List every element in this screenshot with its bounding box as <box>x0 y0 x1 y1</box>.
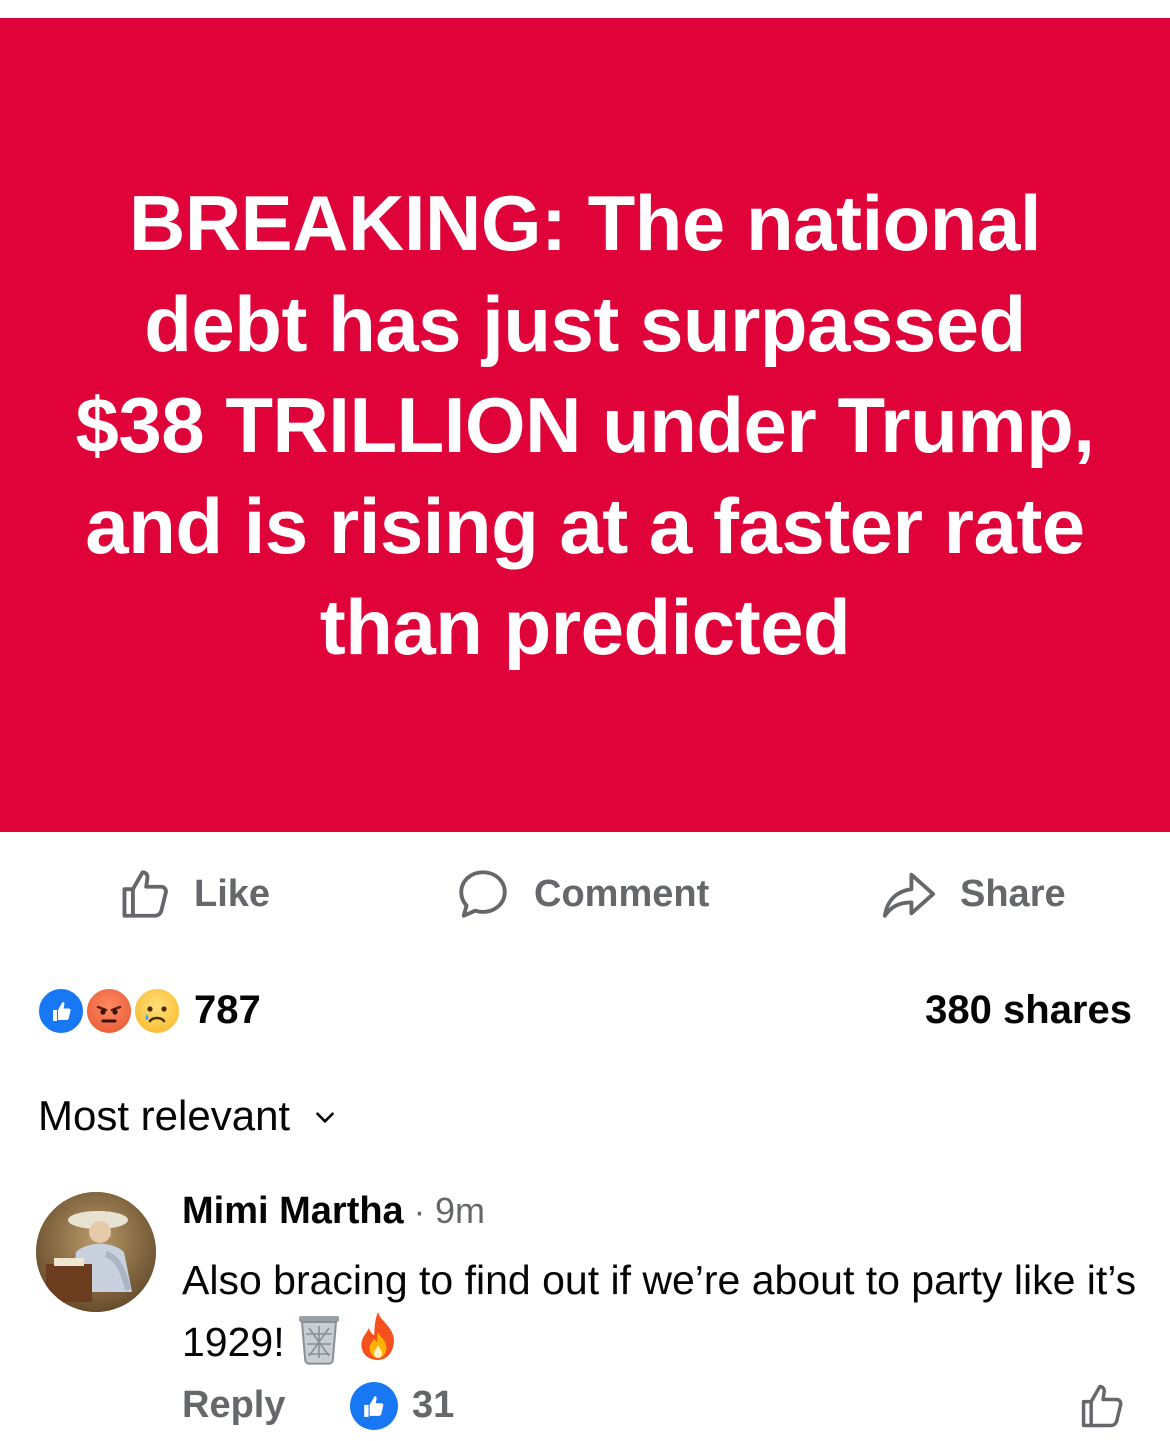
comment-like-button[interactable] <box>1076 1380 1128 1437</box>
post-action-bar: Like Comment Share <box>0 852 1170 936</box>
comment-timestamp[interactable]: 9m <box>435 1190 485 1232</box>
avatar[interactable] <box>36 1192 156 1312</box>
reaction-count[interactable]: 787 <box>194 988 261 1033</box>
share-button[interactable]: Share <box>878 852 1066 936</box>
thumbs-up-icon <box>1081 1384 1123 1428</box>
share-label: Share <box>960 872 1066 915</box>
comment-header: Mimi Martha · 9m <box>182 1190 485 1233</box>
sort-label: Most relevant <box>38 1092 291 1139</box>
comment-like-count[interactable]: 31 <box>412 1384 454 1427</box>
comment-item: Mimi Martha · 9m Also bracing to find ou… <box>0 1180 1170 1441</box>
post-image[interactable]: BREAKING: The national debt has just sur… <box>0 18 1170 832</box>
wastebasket-icon <box>293 1310 345 1382</box>
like-button[interactable]: Like <box>116 852 270 936</box>
share-arrow-icon <box>878 865 940 923</box>
like-label: Like <box>194 872 271 915</box>
comment-bubble-icon <box>452 865 514 923</box>
reaction-icons[interactable] <box>36 986 186 1038</box>
thumbs-up-icon <box>116 865 174 923</box>
comment-sort-dropdown[interactable]: Most relevant <box>38 1088 338 1144</box>
comment-button[interactable]: Comment <box>452 852 709 936</box>
comment-label: Comment <box>534 872 710 915</box>
sad-icon <box>132 986 182 1036</box>
comment-actions: Reply 31 <box>182 1380 1142 1436</box>
fire-icon <box>353 1310 403 1382</box>
separator-dot: · <box>413 1193 426 1231</box>
chevron-down-icon <box>312 1092 338 1140</box>
reply-button[interactable]: Reply <box>182 1384 285 1427</box>
shares-count[interactable]: 380 shares <box>925 988 1132 1033</box>
comment-body: Also bracing to find out if we’re about … <box>182 1250 1142 1382</box>
angry-icon <box>84 986 134 1036</box>
like-icon <box>350 1382 398 1430</box>
post-headline: BREAKING: The national debt has just sur… <box>75 178 1095 671</box>
comment-author[interactable]: Mimi Martha <box>182 1190 404 1233</box>
post-stats: 787 380 shares <box>0 980 1170 1044</box>
like-icon <box>36 986 86 1036</box>
